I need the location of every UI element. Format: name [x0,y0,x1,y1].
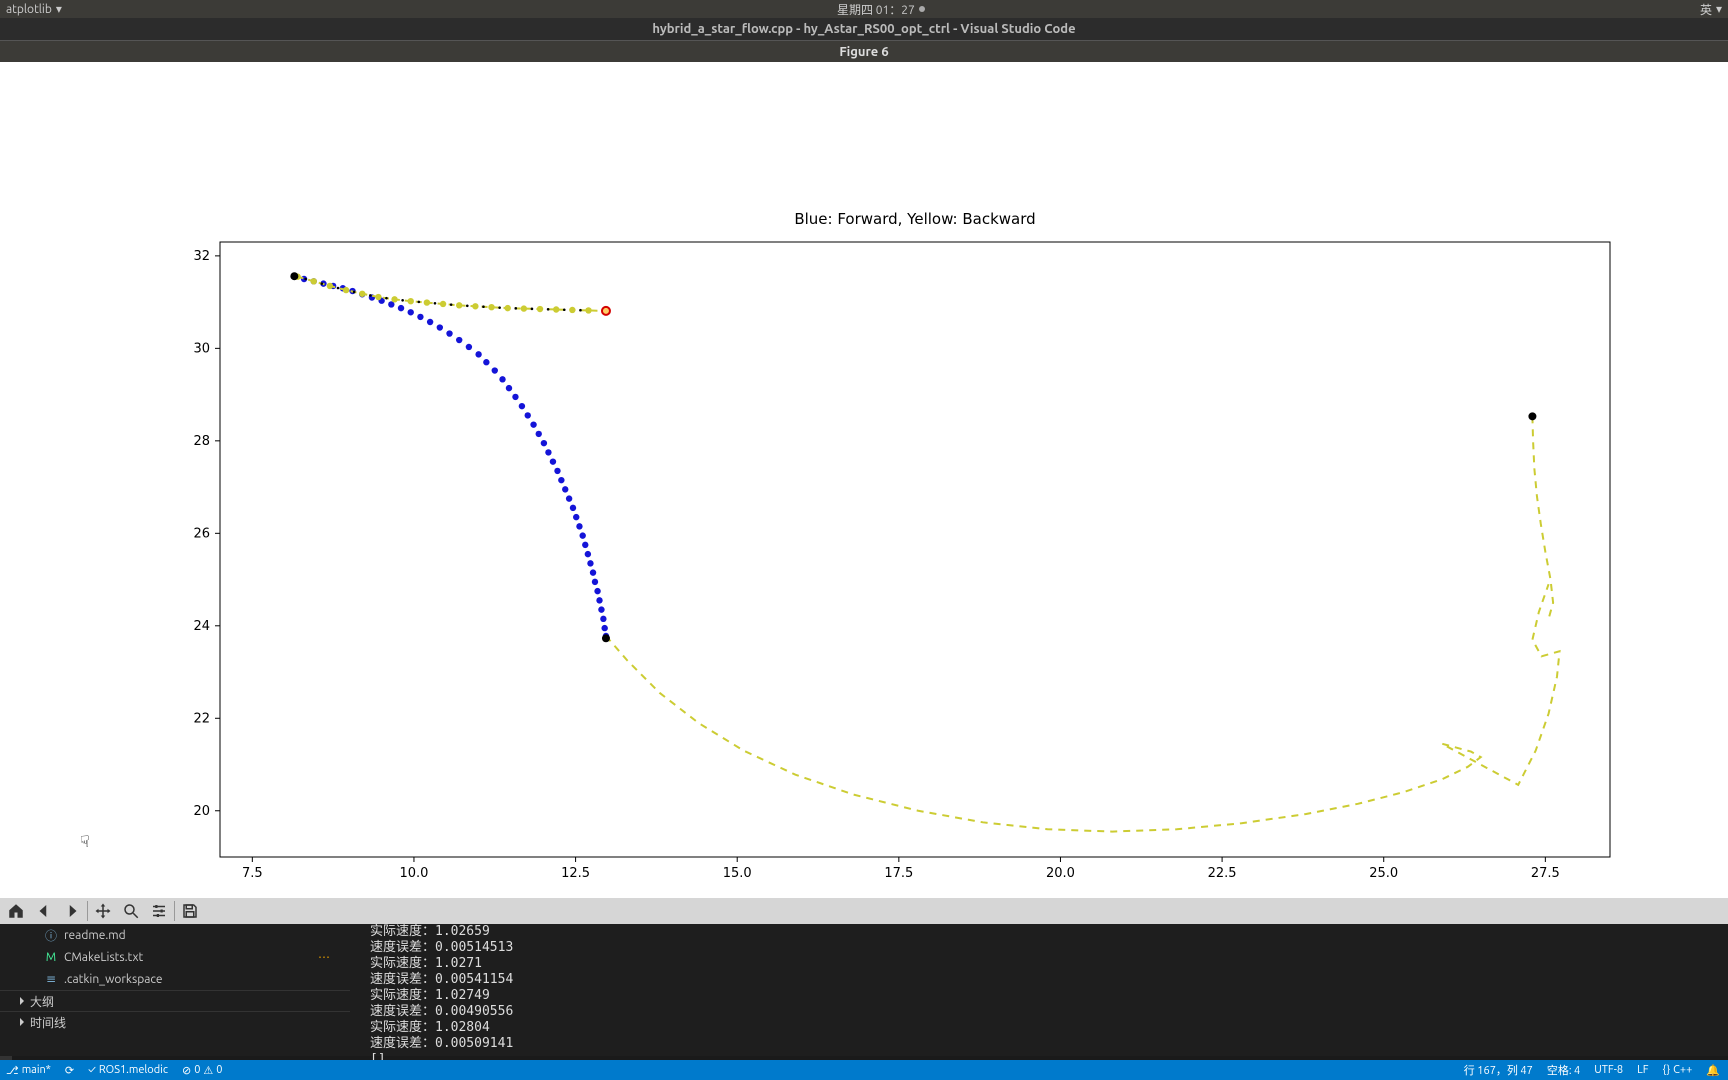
toolbar-separator [174,901,175,921]
status-bar: ⎇ main* ⟳ ✓ ROS1.melodic ⊘ 0 ⚠ 0 行 167，列… [0,1060,1728,1080]
x-tick-label: 15.0 [723,866,752,881]
pan-button[interactable] [89,897,117,925]
x-tick-label: 7.5 [242,866,263,881]
zoom-button[interactable] [117,897,145,925]
y-tick-label: 24 [193,619,210,634]
file-name: CMakeLists.txt [64,951,143,964]
x-tick-label: 22.5 [1208,866,1237,881]
sync-icon[interactable]: ⟳ [65,1064,74,1077]
outline-label: 大纲 [30,993,54,1010]
file-name: readme.md [64,929,126,942]
save-button[interactable] [176,897,204,925]
outline-section[interactable]: 大纲 [0,990,350,1011]
cursor-position[interactable]: 行 167，列 47 [1464,1062,1533,1078]
app-menu[interactable]: atplotlib ▾ [6,2,62,16]
terminal-line: 实际速度：1.02804 [370,1020,1370,1036]
chevron-right-icon [20,1018,24,1026]
plot-canvas[interactable]: 7.5 10.0 12.5 15.0 17.5 20.0 22.5 25.0 27.5 20 22 2… [0,62,1728,932]
ros-indicator[interactable]: ✓ ROS1.melodic [88,1064,168,1076]
back-button[interactable] [30,897,58,925]
terminal-line: 速度误差：0.00541154 [370,972,1370,988]
terminal-line: 速度误差：0.00490556 [370,1004,1370,1020]
vscode-title-bar: hybrid_a_star_flow.cpp - hy_Astar_RS00_o… [0,18,1728,40]
explorer-sidebar: ⓘ readme.md M CMakeLists.txt ⋯ ≡ .catkin_works… [0,924,350,1056]
y-tick-label: 32 [193,249,210,264]
language-mode[interactable]: {} C++ [1662,1064,1692,1076]
x-tick-label: 27.5 [1531,866,1560,881]
modified-icon: ⋯ [318,950,330,964]
y-tick-label: 22 [193,711,210,726]
terminal-line: 速度误差：0.00509141 [370,1036,1370,1052]
x-tick-label: 10.0 [399,866,428,881]
app-menu-label: atplotlib [6,3,52,16]
eol-indicator[interactable]: LF [1637,1064,1648,1076]
chart-title: Blue: Forward, Yellow: Backward [794,210,1035,228]
matplotlib-toolbar [0,898,1728,924]
file-name: .catkin_workspace [64,973,163,986]
chevron-right-icon [20,997,24,1005]
file-item[interactable]: M CMakeLists.txt ⋯ [0,946,350,968]
home-button[interactable] [2,897,30,925]
y-tick-label: 26 [193,526,210,541]
x-tick-label: 17.5 [884,866,913,881]
indent-indicator[interactable]: 空格: 4 [1547,1062,1580,1078]
toolbar-separator [87,901,88,921]
terminal-line: 实际速度：1.02749 [370,988,1370,1004]
vscode-title-text: hybrid_a_star_flow.cpp - hy_Astar_RS00_o… [652,22,1075,36]
x-tick-label: 25.0 [1369,866,1398,881]
figure-title-text: Figure 6 [839,45,888,59]
file-item[interactable]: ⓘ readme.md [0,924,350,946]
errors-indicator[interactable]: ⊘ 0 ⚠ 0 [182,1064,223,1077]
chevron-down-icon: ▾ [1716,2,1722,16]
terminal-line: 实际速度：1.0271 [370,956,1370,972]
ime-indicator[interactable]: 英 [1700,1,1712,18]
file-icon: ≡ [44,972,58,986]
x-tick-label: 12.5 [561,866,590,881]
terminal-line: 速度误差：0.00514513 [370,940,1370,956]
encoding-indicator[interactable]: UTF-8 [1594,1064,1623,1076]
file-icon: ⓘ [44,928,58,942]
git-branch[interactable]: ⎇ main* [6,1064,51,1077]
configure-button[interactable] [145,897,173,925]
forward-button[interactable] [58,897,86,925]
timeline-section[interactable]: 时间线 [0,1011,350,1032]
y-tick-label: 20 [193,804,210,819]
clock-label: 星期四 01：27 [837,1,915,18]
terminal-line: 实际速度：1.02659 [370,924,1370,940]
bell-icon[interactable]: 🔔 [1706,1064,1720,1077]
terminal-output[interactable]: 实际速度：1.02659速度误差：0.00514513实际速度：1.0271速度… [370,924,1370,1056]
timeline-label: 时间线 [30,1014,66,1031]
activity-dot-icon [919,6,925,12]
x-tick-label: 20.0 [1046,866,1075,881]
figure-title-bar: Figure 6 [0,40,1728,63]
file-item[interactable]: ≡ .catkin_workspace [0,968,350,990]
y-tick-label: 30 [193,341,210,356]
y-tick-label: 28 [193,434,210,449]
file-icon: M [44,950,58,964]
